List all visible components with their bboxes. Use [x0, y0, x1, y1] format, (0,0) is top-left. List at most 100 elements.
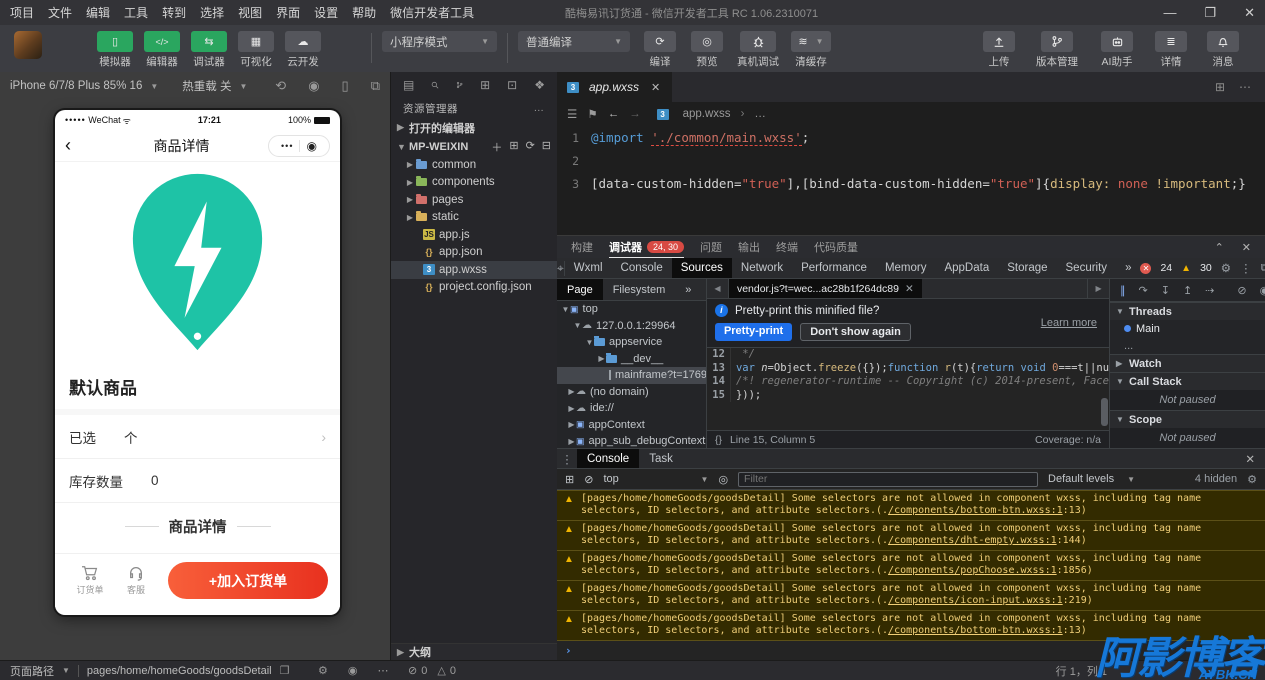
kebab-menu-icon[interactable]: ⋮ — [557, 452, 577, 466]
wxss-source-link[interactable]: /components/bottom-btn.wxss:1 — [888, 505, 1063, 516]
tab-build[interactable]: 构建 — [571, 236, 593, 258]
eye-icon[interactable]: ◎ — [718, 473, 728, 486]
tab-nav-left-icon[interactable]: ◀ — [707, 279, 729, 298]
version-control-button[interactable]: 版本管理 — [1031, 25, 1083, 69]
tree-item-common[interactable]: ▶ common — [391, 156, 557, 174]
tree-item-components[interactable]: ▶ components — [391, 174, 557, 192]
nav-back-icon[interactable]: ← — [608, 108, 620, 120]
preview-window-icon[interactable]: ⊡ — [507, 78, 517, 92]
mode-dropdown[interactable]: 小程序模式 ▼ — [382, 31, 497, 52]
dont-show-again-button[interactable]: Don't show again — [800, 323, 911, 341]
add-to-order-button[interactable]: +加入订货单 — [168, 562, 328, 599]
watch-section[interactable]: ▶Watch — [1110, 354, 1265, 372]
menu-tools[interactable]: 工具 — [124, 4, 148, 21]
menu-file[interactable]: 文件 — [48, 4, 72, 21]
settings-gear-icon[interactable]: ⚙ — [1221, 261, 1231, 275]
clear-cache-button[interactable]: ≋▼ 清缓存 — [789, 25, 833, 69]
deactivate-breakpoints-icon[interactable]: ⊘ — [1237, 284, 1246, 297]
tab-debugger[interactable]: 调试器 24, 30 — [609, 236, 684, 258]
more-actions-icon[interactable]: ⋯ — [1239, 80, 1251, 94]
collapse-panel-icon[interactable]: ⌃ — [1215, 241, 1224, 254]
preview-button[interactable]: ◎ 预览 — [687, 25, 727, 69]
inspect-element-icon[interactable]: ⌖ — [557, 261, 565, 276]
tab-storage[interactable]: Storage — [998, 258, 1056, 278]
tab-console-inner[interactable]: Console — [577, 449, 639, 468]
console-sidebar-icon[interactable]: ⊞ — [565, 473, 574, 486]
visualization-button[interactable]: ▦ 可视化 — [236, 25, 276, 69]
file-tab-vendor-js[interactable]: vendor.js?t=wec...ac28b1f264dc89 ✕ — [729, 279, 922, 298]
upload-button[interactable]: 上传 — [979, 25, 1019, 69]
wxss-source-link[interactable]: /components/dht-empty.wxss:1 — [888, 535, 1057, 546]
menu-edit[interactable]: 编辑 — [86, 4, 110, 21]
tree-node-top[interactable]: ▼▣top — [557, 301, 706, 318]
compile-button[interactable]: ⟳ 编译 — [640, 25, 680, 69]
tab-network[interactable]: Network — [732, 258, 792, 278]
close-panel-icon[interactable]: ✕ — [1242, 241, 1251, 254]
tree-node-appservice[interactable]: ▼appservice — [557, 334, 706, 351]
customer-service-button[interactable]: 客服 — [113, 565, 159, 596]
console-settings-icon[interactable]: ⚙ — [1247, 473, 1257, 486]
bookmark-icon[interactable]: ⚑ — [587, 107, 597, 121]
wxss-source-link[interactable]: /components/popChoose.wxss:1 — [888, 565, 1057, 576]
cloud-dev-button[interactable]: ☁ 云开发 — [283, 25, 323, 69]
tab-terminal[interactable]: 终端 — [776, 236, 798, 258]
pause-script-icon[interactable]: ∥ — [1120, 284, 1126, 297]
menu-project[interactable]: 项目 — [10, 4, 34, 21]
tab-app-wxss[interactable]: 3 app.wxss ✕ — [557, 72, 672, 102]
tree-item-app-wxss[interactable]: 3 app.wxss — [391, 261, 557, 279]
step-into-icon[interactable]: ↧ — [1161, 284, 1170, 297]
tab-filesystem[interactable]: Filesystem — [603, 279, 676, 300]
copy-icon[interactable]: ❐ — [280, 664, 290, 677]
refresh-icon[interactable]: ⟳ — [526, 139, 535, 155]
hot-reload-dropdown[interactable]: 热重载 关 ▼ — [182, 78, 247, 94]
braces-icon[interactable]: {} — [715, 434, 722, 446]
menu-help[interactable]: 帮助 — [352, 4, 376, 21]
more-status-icon[interactable]: ⋯ — [377, 664, 388, 677]
filter-input[interactable] — [738, 472, 1038, 487]
tree-item-project-config[interactable]: {} project.config.json — [391, 279, 557, 297]
menu-icon[interactable]: ☰ — [567, 107, 577, 121]
new-folder-icon[interactable]: ⊞ — [509, 139, 518, 155]
more-actions-icon[interactable]: … — [534, 102, 546, 114]
tabs-overflow[interactable]: » — [1116, 258, 1140, 278]
collapse-all-icon[interactable]: ⊟ — [542, 139, 551, 155]
editor-toggle-button[interactable]: </> 编辑器 — [142, 25, 182, 69]
tab-sources[interactable]: Sources — [672, 258, 732, 278]
pause-on-exceptions-icon[interactable]: ◉ — [1260, 284, 1265, 297]
capsule-menu[interactable]: ••• ◉ — [268, 135, 330, 157]
tree-node-debugcontext[interactable]: ▶▣app_sub_debugContext — [557, 433, 706, 448]
wxss-source-link[interactable]: /components/icon-input.wxss:1 — [888, 595, 1063, 606]
multi-window-icon[interactable]: ⧉ — [371, 78, 380, 94]
threads-section[interactable]: ▼Threads — [1110, 302, 1265, 320]
menu-goto[interactable]: 转到 — [162, 4, 186, 21]
kebab-menu-icon[interactable]: ⋮ — [1240, 261, 1252, 275]
search-icon[interactable] — [431, 79, 439, 91]
wxss-source-link[interactable]: /components/bottom-btn.wxss:1 — [888, 625, 1063, 636]
pretty-print-button[interactable]: Pretty-print — [715, 323, 792, 341]
details-button[interactable]: ≣ 详情 — [1151, 25, 1191, 69]
nav-forward-icon[interactable]: → — [629, 108, 641, 120]
step-icon[interactable]: ⇢ — [1205, 284, 1214, 297]
watch-status-icon[interactable]: ◉ — [348, 664, 358, 677]
record-icon[interactable]: ◉ — [308, 78, 319, 94]
debugger-toggle-button[interactable]: ⇆ 调试器 — [189, 25, 229, 69]
menu-interface[interactable]: 界面 — [276, 4, 300, 21]
plugin-icon[interactable]: ❖ — [534, 78, 545, 92]
open-editors-section[interactable]: ▶ 打开的编辑器 — [391, 118, 557, 137]
order-list-button[interactable]: 订货单 — [67, 565, 113, 596]
tab-code-quality[interactable]: 代码质量 — [814, 236, 858, 258]
close-tab-icon[interactable]: ✕ — [651, 81, 660, 94]
learn-more-link[interactable]: Learn more — [1041, 317, 1097, 329]
tab-nav-right-icon[interactable]: ▶ — [1087, 279, 1109, 298]
tree-item-app-js[interactable]: JS app.js — [391, 226, 557, 244]
minified-code[interactable]: 12 */ 13var n=Object.freeze({});function… — [707, 348, 1109, 430]
close-tab-icon[interactable]: ✕ — [905, 283, 914, 295]
tree-node-dev[interactable]: ▶__dev__ — [557, 351, 706, 368]
log-levels-dropdown[interactable]: Default levels ▼ — [1048, 473, 1135, 485]
tree-item-static[interactable]: ▶ static — [391, 209, 557, 227]
device-frame-icon[interactable]: ▯ — [342, 78, 349, 94]
step-out-icon[interactable]: ↥ — [1183, 284, 1192, 297]
restart-icon[interactable]: ⟲ — [275, 78, 286, 94]
new-file-icon[interactable]: ＋ — [491, 139, 502, 155]
menu-devtools[interactable]: 微信开发者工具 — [390, 4, 474, 21]
